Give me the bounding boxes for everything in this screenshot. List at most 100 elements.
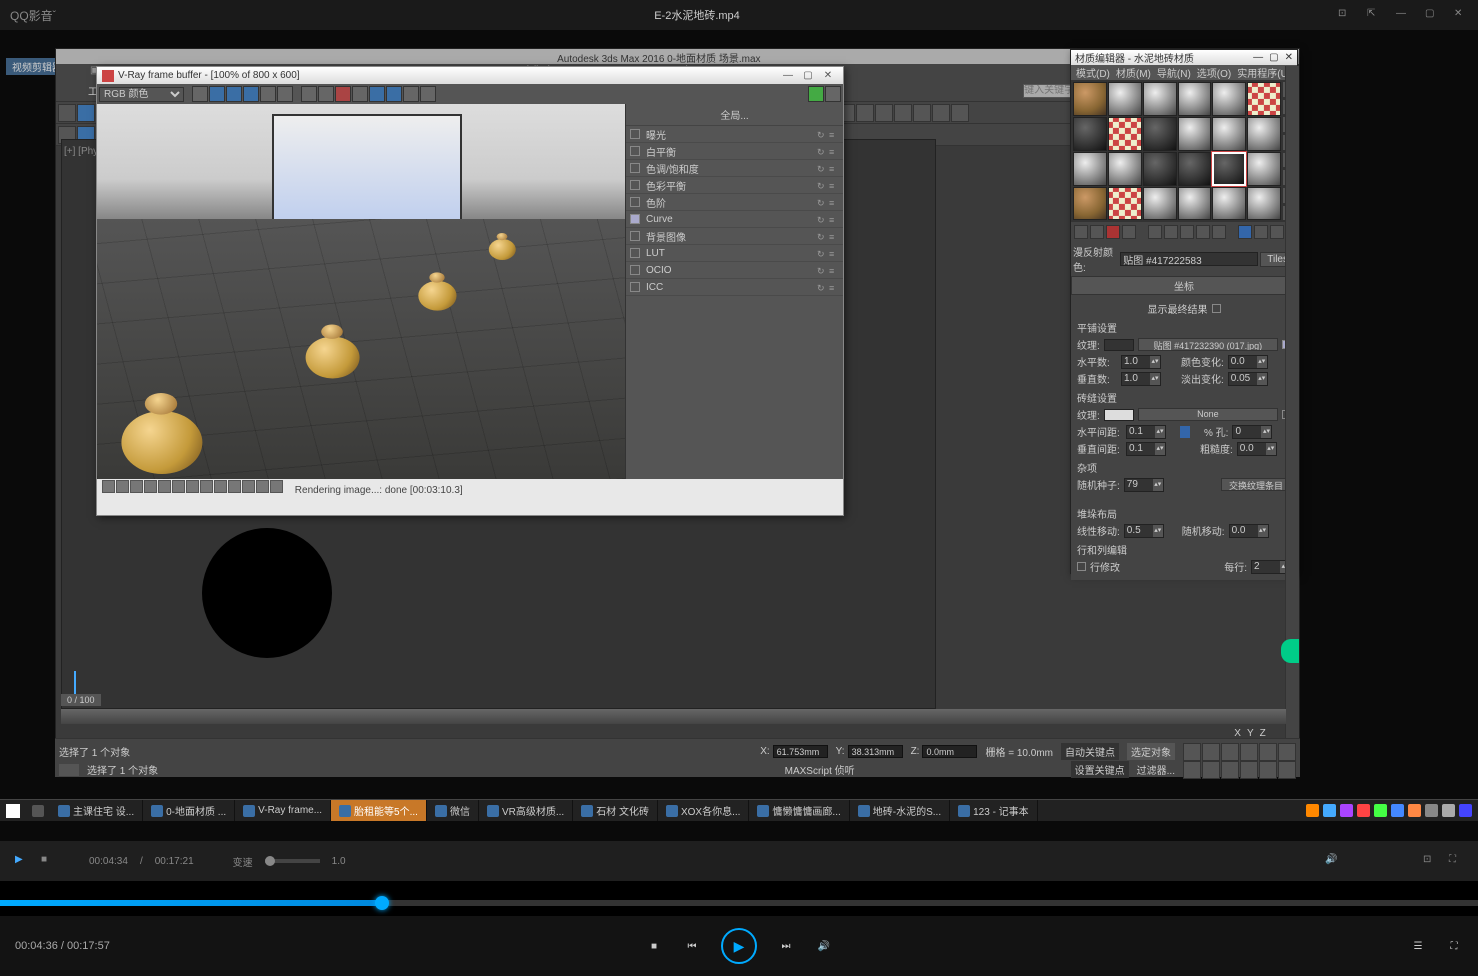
coord-y[interactable] [848,745,903,758]
grout-map-button[interactable]: None [1138,408,1278,421]
vfb-max[interactable]: ▢ [798,70,818,81]
cc-checkbox[interactable] [630,282,640,292]
cc-row[interactable]: Curve↻≡ [626,211,843,228]
cursor-icon[interactable]: ▶ [15,854,29,868]
vcount-input[interactable] [1122,373,1150,385]
toolbar-button[interactable] [77,104,95,122]
mono-icon[interactable] [277,86,293,102]
cc-checkbox[interactable] [630,214,640,224]
taskbar-item[interactable]: XOX各你息... [658,800,749,821]
tray-icon[interactable] [1306,804,1319,817]
mat-slot-selected[interactable] [1212,152,1246,186]
toolbar-button[interactable] [932,104,950,122]
copy-icon[interactable] [318,86,334,102]
colorvar-input[interactable] [1229,356,1257,368]
toolbar-button[interactable] [894,104,912,122]
taskbar-item[interactable]: 石材 文化砖 [573,800,658,821]
rgb-g-icon[interactable] [226,86,242,102]
cc-row[interactable]: 背景图像↻≡ [626,228,843,245]
region-icon[interactable] [369,86,385,102]
mat-slot[interactable] [1143,152,1177,186]
taskbar-item[interactable]: V-Ray frame... [235,800,331,821]
autokey-button[interactable]: 自动关键点 [1061,743,1119,760]
menu-item[interactable]: 模式(D) [1073,65,1113,80]
mat-slot[interactable] [1212,187,1246,221]
maxscript-field[interactable]: MAXScript 侦听 [785,762,855,777]
save-icon[interactable] [192,86,208,102]
cc-checkbox[interactable] [630,180,640,190]
cc-row[interactable]: ICC↻≡ [626,279,843,296]
close-icon[interactable]: ✕ [1454,8,1468,22]
side-badge[interactable] [1281,639,1299,663]
seed-input[interactable] [1125,479,1153,491]
maximize-icon[interactable]: ▢ [1425,8,1439,22]
menu-item[interactable]: 材质(M) [1113,65,1154,80]
channel-select[interactable]: RGB 颜色 [99,87,184,102]
mat-slot[interactable] [1073,117,1107,151]
play-start-icon[interactable] [1183,743,1201,761]
taskbar-item[interactable]: 主课住宅 设... [50,800,143,821]
system-tray[interactable] [1300,800,1478,821]
ontop-icon[interactable]: ⇱ [1367,8,1381,22]
render-output[interactable] [97,104,625,479]
volume-icon[interactable]: 🔊 [1325,854,1339,868]
cc-checkbox[interactable] [630,129,640,139]
mat-slot[interactable] [1108,187,1142,221]
mat-name-input[interactable] [1120,252,1258,266]
playlist-icon[interactable]: ☰ [1409,937,1427,955]
vfb-setting-icon[interactable] [420,86,436,102]
taskbar-item[interactable]: 地砖-水泥的S... [850,800,950,821]
mat-slot[interactable] [1143,117,1177,151]
stop-icon[interactable]: ■ [41,854,55,868]
per-input[interactable] [1252,561,1280,573]
mat-slot[interactable] [1073,82,1107,116]
swap-button[interactable]: 交换纹理条目 [1221,478,1291,491]
rgb-r-icon[interactable] [209,86,225,102]
task-icon[interactable] [32,805,44,817]
coord-x[interactable] [773,745,828,758]
get-material-icon[interactable] [1074,225,1088,239]
rough-input[interactable] [1238,443,1266,455]
toolbar-button[interactable] [856,104,874,122]
mat-slot[interactable] [1108,117,1142,151]
cc-checkbox[interactable] [630,197,640,207]
next-button[interactable]: ⏭ [777,937,795,955]
mat-slot[interactable] [1073,152,1107,186]
cc-checkbox[interactable] [630,248,640,258]
setkey-button[interactable]: 设置关键点 [1071,761,1129,778]
taskbar-item[interactable]: 123 - 记事本 [950,800,1038,821]
taskbar-item[interactable]: 0-地面材质 ... [143,800,235,821]
menu-item[interactable]: 导航(N) [1154,65,1194,80]
timeline[interactable]: 0 / 100 [61,709,1286,724]
taskbar-item[interactable]: VR高级材质... [479,800,573,821]
lock-icon[interactable] [1180,426,1190,438]
hcount-input[interactable] [1122,356,1150,368]
mat-slot[interactable] [1178,187,1212,221]
lineshift-input[interactable] [1125,525,1153,537]
cc-row[interactable]: 色彩平衡↻≡ [626,177,843,194]
cc-header[interactable]: 全局... [626,104,843,126]
toolbar-button[interactable] [951,104,969,122]
mat-min[interactable]: — [1253,52,1263,63]
snapshot-icon[interactable]: ⊡ [1423,854,1437,868]
keyfilter-button[interactable]: 选定对象 [1127,743,1175,760]
cc-checkbox[interactable] [630,146,640,156]
mat-slot[interactable] [1108,82,1142,116]
mat-toolbar[interactable] [1071,222,1297,242]
taskbar-item[interactable]: 慵懒慵慵画廊... [749,800,849,821]
mat-close[interactable]: ✕ [1285,52,1293,63]
start-icon[interactable] [6,804,20,818]
fullscreen-icon[interactable]: ⛶ [1449,854,1463,868]
mat-slot[interactable] [1108,152,1142,186]
show-map-icon[interactable] [1238,225,1252,239]
rgb-b-icon[interactable] [243,86,259,102]
speed-slider[interactable] [265,859,320,863]
hgap-input[interactable] [1127,426,1155,438]
cc-checkbox[interactable] [630,265,640,275]
tile-map-button[interactable]: 贴图 #417232390 (017.jpg) [1138,338,1278,351]
toolbar-button[interactable] [913,104,931,122]
vfb-min[interactable]: — [778,70,798,81]
cc-checkbox[interactable] [630,163,640,173]
rowedit-check[interactable] [1077,562,1086,571]
stop-button[interactable]: ■ [645,937,663,955]
